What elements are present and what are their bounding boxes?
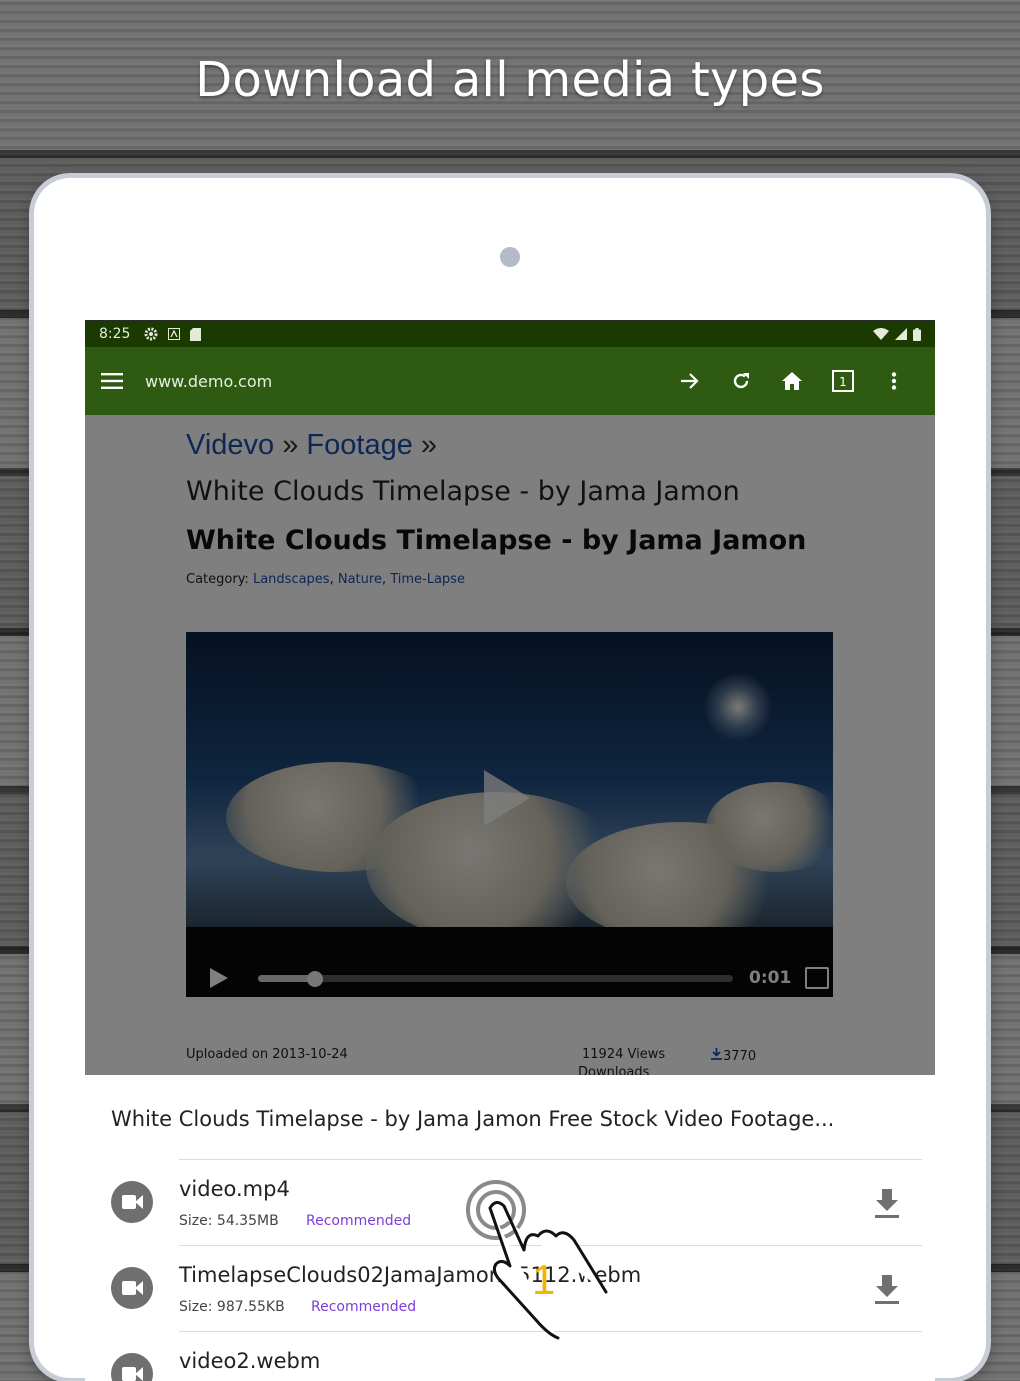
forward-icon[interactable] <box>664 372 715 390</box>
recommended-tag: Recommended <box>306 1213 412 1229</box>
reload-icon[interactable] <box>715 371 766 391</box>
download-icon[interactable] <box>873 1273 901 1305</box>
status-bar: 8:25 <box>85 321 935 347</box>
file-name: video.mp4 <box>179 1177 290 1201</box>
url-bar[interactable]: www.demo.com <box>145 372 664 391</box>
camera-dot <box>500 247 520 267</box>
file-size: Size: 987.55KB <box>179 1299 285 1315</box>
step-number: 1 <box>532 1256 556 1303</box>
download-icon[interactable] <box>873 1187 901 1219</box>
tabs-icon[interactable]: 1 <box>817 370 868 392</box>
recommended-tag: Recommended <box>311 1299 417 1315</box>
menu-icon[interactable] <box>101 373 123 389</box>
video-file-icon <box>111 1181 153 1223</box>
gear-icon <box>144 327 158 341</box>
battery-icon <box>913 327 921 341</box>
a-icon <box>168 328 181 340</box>
video-file-icon <box>111 1267 153 1309</box>
overflow-icon[interactable] <box>868 372 919 390</box>
sd-card-icon <box>190 327 202 341</box>
status-time: 8:25 <box>99 326 131 342</box>
file-name: video2.webm <box>179 1349 321 1373</box>
tab-count: 1 <box>839 375 847 389</box>
video-file-icon <box>111 1353 153 1381</box>
divider <box>179 1159 922 1160</box>
cell-signal-icon <box>895 328 907 340</box>
file-size: Size: 54.35MB <box>179 1213 279 1229</box>
wifi-icon <box>873 328 889 340</box>
browser-toolbar: www.demo.com 1 <box>85 347 935 415</box>
sheet-title: White Clouds Timelapse - by Jama Jamon F… <box>111 1107 835 1131</box>
home-icon[interactable] <box>766 371 817 391</box>
headline: Download all media types <box>195 52 825 108</box>
